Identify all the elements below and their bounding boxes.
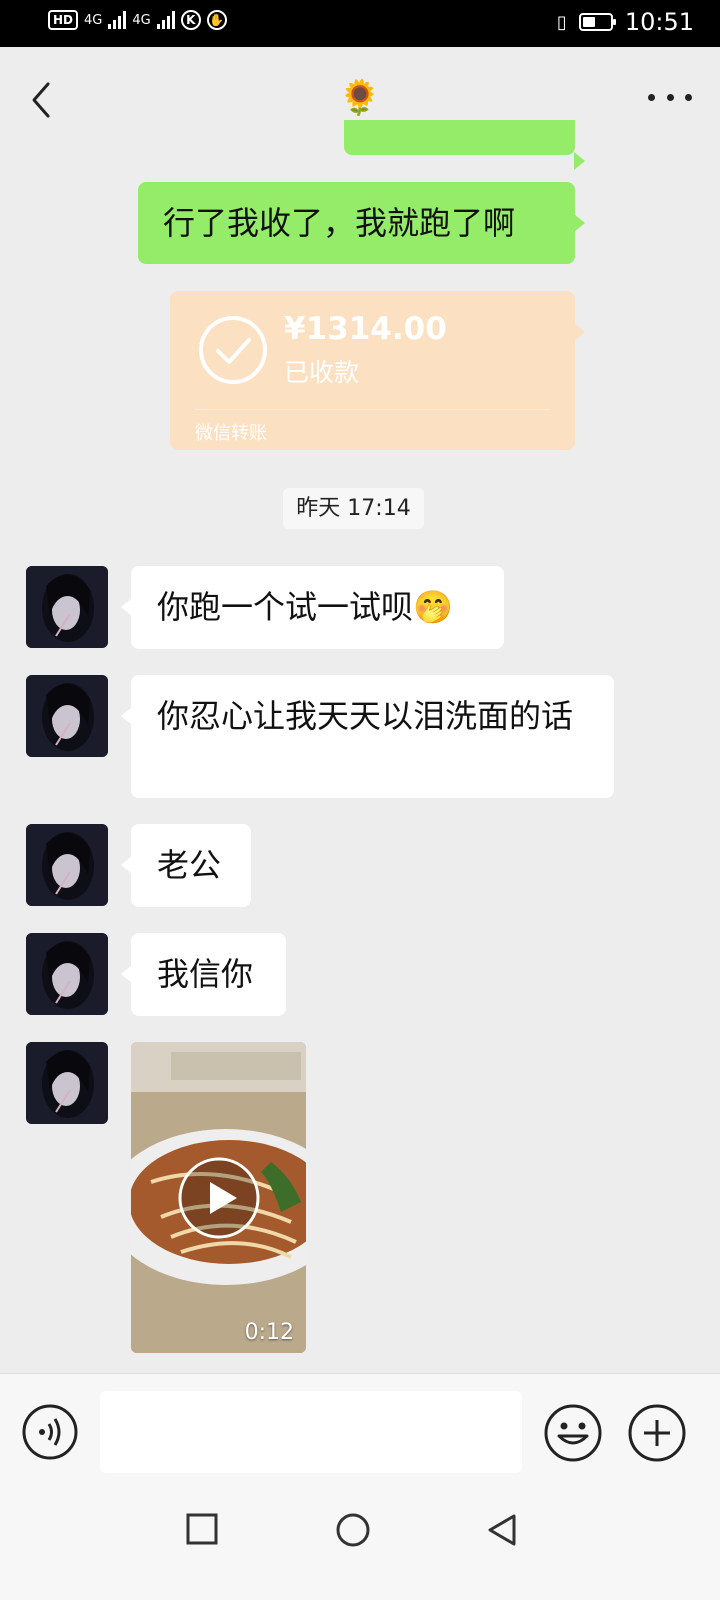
- avatar-image: [26, 824, 108, 906]
- message-bubble-other[interactable]: 你忍心让我天天以泪洗面的话: [121, 675, 614, 798]
- avatar[interactable]: [26, 824, 108, 906]
- avatar-image: [26, 1042, 108, 1124]
- network-type-2: 4G: [132, 12, 151, 28]
- message-bubble-self[interactable]: 行了我收了，我就跑了啊: [138, 182, 585, 264]
- clock: 10:51: [624, 8, 694, 36]
- hand-app-icon: ✋: [206, 10, 227, 30]
- previous-message-bubble: [344, 120, 585, 170]
- smirk-emoji-icon: 🤭: [413, 588, 453, 626]
- divider: [195, 409, 550, 410]
- timestamp-label: 昨天 17:14: [283, 488, 424, 529]
- avatar[interactable]: [26, 1042, 108, 1124]
- voice-icon[interactable]: [22, 1404, 78, 1460]
- play-icon[interactable]: [177, 1156, 261, 1240]
- chat-input-bar: [0, 1373, 720, 1492]
- network-type-1: 4G: [84, 12, 103, 28]
- message-text: 我信你: [157, 955, 254, 993]
- message-text: 你忍心让我天天以泪洗面的话: [157, 697, 574, 735]
- chat-title: 🌻: [338, 78, 382, 118]
- avatar[interactable]: [26, 566, 108, 648]
- k-app-icon: K: [180, 10, 201, 30]
- transfer-card[interactable]: ¥1314.00 已收款 微信转账: [170, 291, 585, 450]
- avatar-image: [26, 933, 108, 1015]
- battery-icon: [578, 13, 616, 31]
- avatar-image: [26, 675, 108, 757]
- message-bubble-other[interactable]: 老公: [121, 824, 251, 907]
- avatar[interactable]: [26, 675, 108, 757]
- signal-icon: [108, 11, 127, 29]
- hd-badge: HD: [48, 10, 79, 30]
- avatar-image: [26, 566, 108, 648]
- transfer-amount: ¥1314.00: [284, 311, 447, 347]
- message-text: 行了我收了，我就跑了啊: [163, 204, 516, 242]
- avatar[interactable]: [26, 933, 108, 1015]
- video-duration: 0:12: [244, 1320, 294, 1345]
- home-icon[interactable]: [336, 1513, 370, 1547]
- message-text: 老公: [157, 846, 222, 884]
- message-bubble-other[interactable]: 我信你: [121, 933, 286, 1016]
- plus-icon[interactable]: [628, 1404, 686, 1462]
- video-message[interactable]: 0:12: [131, 1042, 306, 1353]
- vibrate-icon: ▯: [556, 11, 567, 33]
- status-bar: HD 4G 4G K ✋ ▯ 10:51: [0, 0, 720, 47]
- system-navigation-bar: [0, 1491, 720, 1600]
- transfer-label: 微信转账: [195, 423, 267, 444]
- message-input[interactable]: [100, 1391, 522, 1473]
- transfer-status: 已收款: [284, 358, 360, 387]
- message-text: 你跑一个试一试呗: [157, 588, 414, 626]
- message-bubble-other[interactable]: 你跑一个试一试呗🤭: [121, 566, 504, 649]
- recent-apps-icon[interactable]: [186, 1513, 218, 1545]
- more-dots-icon[interactable]: [648, 90, 692, 104]
- signal-icon: [156, 11, 175, 29]
- emoji-icon[interactable]: [544, 1404, 602, 1462]
- check-circle-icon: [199, 316, 267, 384]
- back-nav-icon[interactable]: [486, 1513, 518, 1547]
